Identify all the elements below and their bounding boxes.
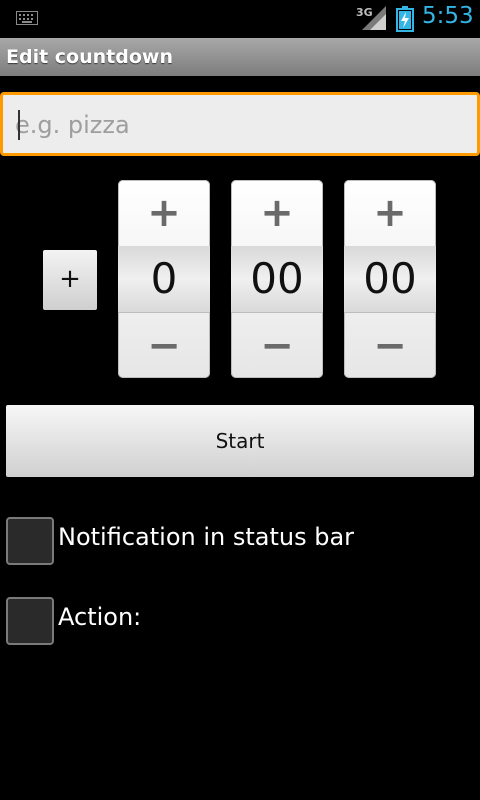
minus-icon: − <box>373 323 407 369</box>
action-checkbox-row[interactable]: Action: <box>6 595 466 645</box>
countdown-name-field[interactable] <box>0 92 480 156</box>
start-button[interactable]: Start <box>6 405 474 477</box>
text-caret <box>18 110 20 140</box>
seconds-spinner: + 00 − <box>344 180 436 378</box>
seconds-increment-button[interactable]: + <box>344 180 436 247</box>
countdown-name-input[interactable] <box>13 105 457 145</box>
minutes-value[interactable]: 00 <box>231 246 323 312</box>
status-clock: 5:53 <box>422 3 474 29</box>
minus-icon: − <box>260 323 294 369</box>
minus-icon: − <box>147 323 181 369</box>
add-day-button[interactable]: + <box>43 250 97 310</box>
plus-icon: + <box>373 190 407 236</box>
minutes-decrement-button[interactable]: − <box>231 312 323 379</box>
minutes-increment-button[interactable]: + <box>231 180 323 247</box>
notification-checkbox-label: Notification in status bar <box>58 523 355 551</box>
notification-checkbox-row[interactable]: Notification in status bar <box>6 515 466 565</box>
screen: 3G 5:53 Edit countdown + + 0 − <box>0 0 480 800</box>
plus-icon: + <box>147 190 181 236</box>
page-title: Edit countdown <box>6 46 173 68</box>
keyboard-icon <box>16 11 38 25</box>
minutes-spinner: + 00 − <box>231 180 323 378</box>
title-bar: Edit countdown <box>0 38 480 76</box>
hours-spinner: + 0 − <box>118 180 210 378</box>
action-checkbox[interactable] <box>6 597 54 645</box>
seconds-decrement-button[interactable]: − <box>344 312 436 379</box>
battery-charging-icon <box>396 6 414 32</box>
hours-decrement-button[interactable]: − <box>118 312 210 379</box>
status-bar: 3G 5:53 <box>0 0 480 38</box>
hours-increment-button[interactable]: + <box>118 180 210 247</box>
notification-checkbox[interactable] <box>6 517 54 565</box>
signal-icon <box>362 6 386 30</box>
plus-icon: + <box>260 190 294 236</box>
action-checkbox-label: Action: <box>58 603 142 631</box>
seconds-value[interactable]: 00 <box>344 246 436 312</box>
hours-value[interactable]: 0 <box>118 246 210 312</box>
